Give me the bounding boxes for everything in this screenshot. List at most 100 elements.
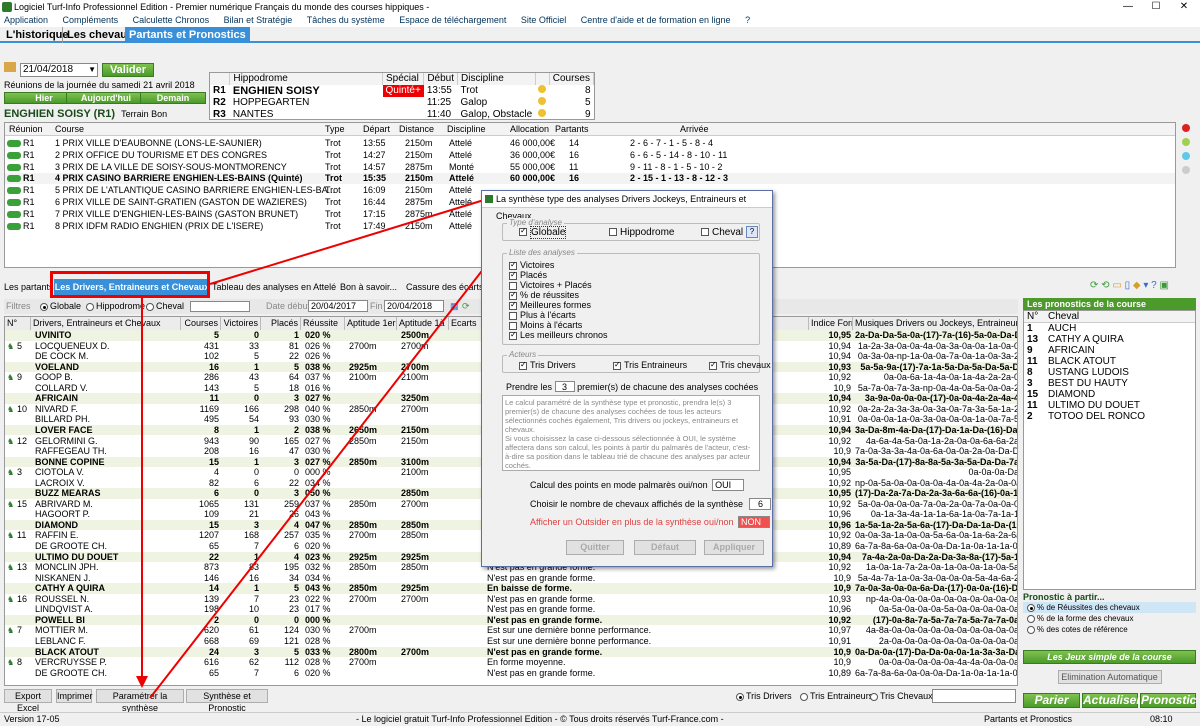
- folder-icon[interactable]: ▭: [1112, 280, 1121, 291]
- analyse-checkbox[interactable]: [509, 321, 517, 330]
- elimination-button[interactable]: Elimination Automatique: [1057, 670, 1162, 684]
- copy-icon[interactable]: ▯: [1125, 280, 1131, 291]
- minimize-button[interactable]: —: [1114, 0, 1142, 14]
- col-arrivee[interactable]: Arrivée: [680, 123, 709, 136]
- col-special[interactable]: Spécial: [382, 73, 425, 85]
- radio-tris-chevaux[interactable]: [870, 692, 878, 701]
- imprimer-button[interactable]: Imprimer: [56, 689, 93, 703]
- analyse-checkbox[interactable]: [509, 290, 517, 300]
- prendre-stepper[interactable]: 3: [554, 381, 575, 392]
- appliquer-button[interactable]: Appliquer: [704, 540, 764, 555]
- table-row[interactable]: R2 HOPPEGARTEN 11:25 Galop 5: [210, 97, 594, 109]
- synthese-pronostic-button[interactable]: Synthèse et Pronostic: [186, 689, 268, 713]
- col-hippodrome[interactable]: Hippodrome: [229, 73, 384, 85]
- aujourdhui-button[interactable]: Aujourd'hui: [66, 92, 146, 104]
- list-item[interactable]: 3 BEST DU HAUTY: [1024, 378, 1195, 389]
- defaut-button[interactable]: Défaut: [634, 540, 696, 555]
- menu-application[interactable]: Application: [4, 15, 48, 25]
- table-row[interactable]: POWELL BI 2 0 0 000 % N'est pas en grande for…: [5, 614, 1017, 626]
- valider-button[interactable]: Valider: [102, 63, 154, 77]
- col-depart[interactable]: Départ: [363, 123, 390, 136]
- menu-telechargement[interactable]: Espace de téléchargement: [399, 15, 506, 25]
- list-item[interactable]: 2 TOTOO DEL RONCO: [1024, 411, 1195, 422]
- radio-tris-drivers[interactable]: [736, 692, 744, 701]
- pronostic-button[interactable]: Pronostic: [1140, 693, 1196, 708]
- demain-button[interactable]: Demain: [140, 92, 206, 104]
- table-row[interactable]: CATHY A QUIRA 14 1 5 043 % 2850m 2925m En baiss…: [5, 583, 1017, 594]
- col-n[interactable]: N°: [1027, 311, 1038, 323]
- analyse-item[interactable]: Moins à l'écarts: [509, 320, 608, 330]
- course-row[interactable]: R1 4 PRIX CASINO BARRIERE ENGHIEN-LES-BAI…: [5, 173, 1175, 185]
- col-courses[interactable]: Courses: [181, 317, 221, 330]
- list-item[interactable]: 8 USTANG LUDOIS: [1024, 367, 1195, 378]
- maximize-button[interactable]: ☐: [1142, 0, 1170, 14]
- col-debut[interactable]: Début: [423, 73, 459, 85]
- table-row[interactable]: R1 ENGHIEN SOISY Quinté+ 13:55 Trot 8: [210, 85, 594, 97]
- table-row[interactable]: ♞ 7 MOTTIER M. 620 61 124 030 % 2700m Est sur un…: [5, 625, 1017, 636]
- tab-cassure[interactable]: Cassure des écarts: [406, 279, 484, 295]
- parametrer-synthese-button[interactable]: Paramétrer la synthèse: [96, 689, 184, 713]
- checkbox-tris-entraineurs[interactable]: [613, 360, 621, 370]
- analyse-checkbox[interactable]: [509, 311, 517, 320]
- analyse-item[interactable]: Placés: [509, 270, 608, 280]
- menu-calculette[interactable]: Calculette Chronos: [133, 15, 210, 25]
- calc-icon[interactable]: ▦: [450, 299, 459, 314]
- table-row[interactable]: LINDQVIST A. 198 10 23 017 % N'est pas en gra…: [5, 604, 1017, 615]
- radio-hippodrome[interactable]: [86, 302, 94, 311]
- chevron-down-icon[interactable]: ▼: [88, 64, 96, 76]
- calendar-icon[interactable]: [4, 62, 16, 72]
- date-fin-field[interactable]: 20/04/2018: [384, 300, 444, 312]
- table-row[interactable]: ♞ 16 ROUSSEL N. 139 7 23 022 % 2700m 2700m N'est …: [5, 594, 1017, 605]
- analyse-item[interactable]: Les meilleurs chronos: [509, 330, 608, 340]
- col-aptitude1[interactable]: Aptitude 1er: [345, 317, 397, 330]
- list-item[interactable]: 11 ULTIMO DU DOUET: [1024, 400, 1195, 411]
- nb-stepper[interactable]: 6: [749, 498, 772, 510]
- analyse-checkbox[interactable]: [509, 300, 517, 310]
- export-excel-button[interactable]: Export Excel: [4, 689, 52, 713]
- tab-bon-a-savoir[interactable]: Bon à savoir...: [340, 279, 397, 295]
- col-places[interactable]: Placés: [261, 317, 301, 330]
- col-course[interactable]: Course: [55, 123, 84, 136]
- jeux-simple-button[interactable]: Les Jeux simple de la course: [1023, 650, 1196, 664]
- help-icon[interactable]: ?: [746, 226, 758, 238]
- tab-partants[interactable]: Partants et Pronostics: [125, 27, 250, 43]
- analyse-item[interactable]: Meilleures formes: [509, 300, 608, 310]
- col-aptitude2[interactable]: Aptitude 1à: [397, 317, 449, 330]
- radio-cotes[interactable]: [1027, 625, 1035, 634]
- table-row[interactable]: LEBLANC F. 668 69 121 028 % Est sur une derni…: [5, 636, 1017, 647]
- col-distance[interactable]: Distance: [399, 123, 434, 136]
- col-musiques[interactable]: Musiques Drivers ou Jockeys, Entraineurs…: [853, 317, 1017, 330]
- calc-select[interactable]: OUI: [712, 479, 745, 491]
- col-courses[interactable]: Courses: [549, 73, 595, 85]
- print-icon[interactable]: ▣: [1160, 280, 1169, 291]
- col-allocation[interactable]: Allocation: [510, 123, 549, 136]
- radio-reussites[interactable]: [1027, 603, 1035, 612]
- date-field[interactable]: 21/04/2018: [23, 64, 73, 75]
- col-discipline[interactable]: Discipline: [447, 123, 486, 136]
- menu-complements[interactable]: Compléments: [63, 15, 119, 25]
- reload-icon[interactable]: ⟳: [462, 299, 470, 314]
- col-victoires[interactable]: Victoires: [221, 317, 261, 330]
- quitter-button[interactable]: Quitter: [566, 540, 624, 555]
- checkbox-globale[interactable]: [519, 226, 527, 237]
- menu-bilan[interactable]: Bilan et Stratégie: [224, 15, 293, 25]
- parier-button[interactable]: Parier: [1023, 693, 1080, 708]
- analyse-item[interactable]: Victoires: [509, 260, 608, 270]
- tris-select[interactable]: [932, 689, 1016, 703]
- checkbox-cheval[interactable]: [701, 228, 709, 237]
- radio-cheval[interactable]: [146, 302, 154, 311]
- col-acteur[interactable]: Drivers, Entraineurs et Chevaux: [31, 317, 181, 330]
- actualiser-button[interactable]: Actualiser: [1082, 693, 1141, 708]
- list-item[interactable]: 11 BLACK ATOUT: [1024, 356, 1195, 367]
- date-debut-field[interactable]: 20/04/2017: [308, 300, 368, 312]
- analyse-item[interactable]: Plus à l'écarts: [509, 310, 608, 320]
- list-item[interactable]: 13 CATHY A QUIRA: [1024, 334, 1195, 345]
- help-icon[interactable]: ?: [1151, 280, 1157, 291]
- checkbox-tris-chevaux[interactable]: [709, 360, 717, 370]
- tab-analyses[interactable]: Tableau des analyses en Attelé: [212, 279, 336, 295]
- table-row[interactable]: NISKANEN J. 146 16 34 034 % N'est pas en gran…: [5, 573, 1017, 584]
- close-button[interactable]: ✕: [1170, 0, 1198, 14]
- analyse-checkbox[interactable]: [509, 281, 517, 290]
- menu-help[interactable]: ?: [745, 15, 750, 25]
- col-cheval[interactable]: Cheval: [1048, 311, 1079, 323]
